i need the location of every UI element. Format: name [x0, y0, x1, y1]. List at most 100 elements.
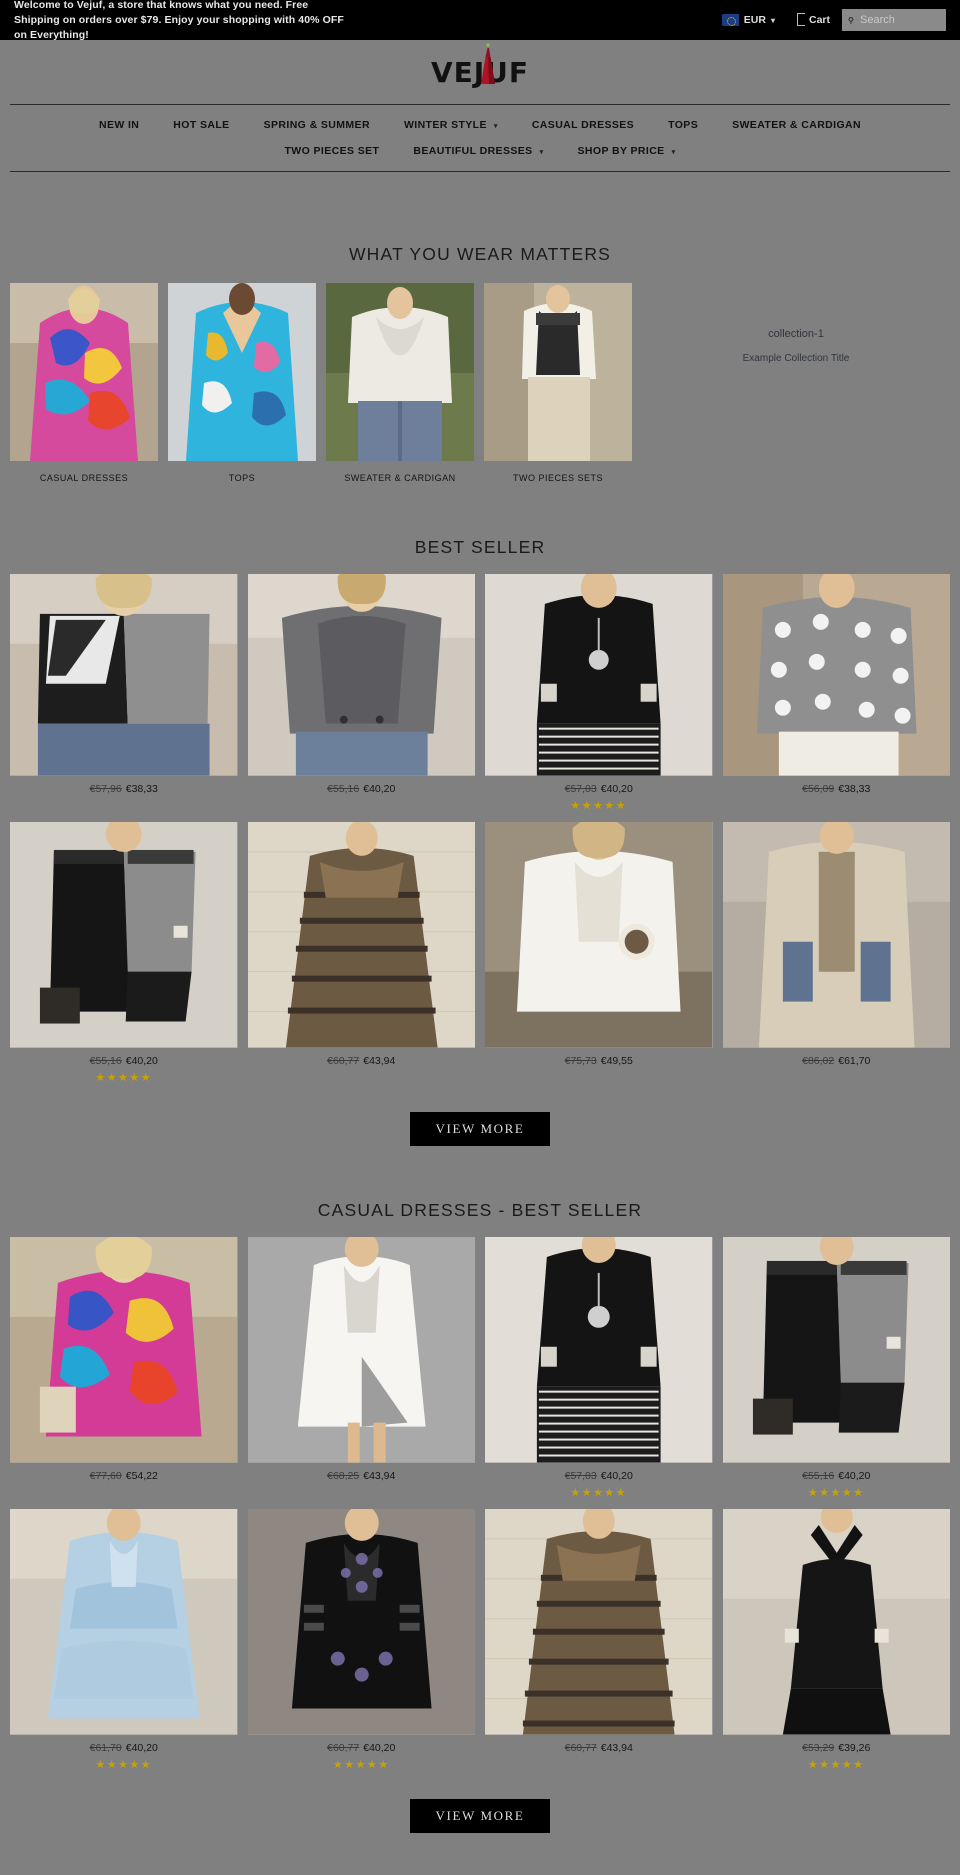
currency-selector[interactable]: EUR ▾ — [721, 14, 775, 26]
product-image[interactable] — [10, 574, 238, 776]
cart-button[interactable]: Cart — [789, 12, 830, 27]
product-image[interactable] — [10, 1237, 238, 1463]
price-old: €55,16 — [327, 783, 360, 795]
product-card[interactable]: €55,16 €40,20 — [247, 574, 476, 822]
product-image[interactable] — [485, 574, 713, 776]
product-image[interactable] — [485, 822, 713, 1048]
collection-image[interactable] — [484, 283, 632, 461]
nav-label: WINTER STYLE — [403, 119, 487, 131]
product-meta: €75,73 €49,55 — [485, 1048, 713, 1077]
collections-section: WHAT YOU WEAR MATTERS CASUAL DRESSES TOP… — [0, 172, 960, 483]
nav-item-sweater-cardigan[interactable]: SWEATER & CARDIGAN — [715, 116, 878, 134]
product-card[interactable]: €57,03 €40,20 ★★★★★ — [485, 574, 713, 822]
announcement-text: Welcome to Vejuf, a store that knows wha… — [14, 0, 344, 41]
product-image[interactable] — [247, 1237, 475, 1463]
collection-card[interactable]: CASUAL DRESSES — [10, 283, 158, 483]
collection-card[interactable]: SWEATER & CARDIGAN — [326, 283, 474, 483]
collections-title: WHAT YOU WEAR MATTERS — [348, 244, 612, 264]
nav-item-beautiful-dresses[interactable]: BEAUTIFUL DRESSES ▾ — [396, 142, 560, 160]
product-price: €60,77 €40,20 — [248, 1742, 476, 1754]
product-card[interactable]: €60,77 €40,20 ★★★★★ — [247, 1509, 476, 1781]
rating-stars: ★★★★★ — [807, 1759, 865, 1771]
product-image[interactable] — [485, 1509, 713, 1735]
product-card[interactable]: €53,29 €39,26 ★★★★★ — [722, 1509, 950, 1781]
price-new: €49,55 — [600, 1055, 633, 1067]
collection-example-title: Example Collection Title — [742, 353, 850, 364]
rating-stars: ★★★★★ — [570, 1487, 628, 1499]
product-card[interactable]: €57,96 €38,33 — [10, 574, 238, 822]
product-image[interactable] — [247, 822, 475, 1048]
price-old: €57,96 — [89, 783, 122, 795]
collection-image[interactable] — [10, 283, 158, 461]
product-card[interactable]: €55,16 €40,20 ★★★★★ — [10, 822, 238, 1094]
view-more-button[interactable]: VIEW MORE — [409, 1799, 551, 1833]
best-seller-section: BEST SELLER €57,96 €38,33 €55,16 €40,20 … — [0, 483, 960, 1146]
collection-image[interactable] — [168, 283, 316, 461]
search-input[interactable] — [842, 9, 946, 31]
price-old: €55,16 — [802, 1470, 835, 1482]
product-price: €57,03 €40,20 — [485, 1470, 713, 1482]
product-card[interactable]: €60,77 €43,94 — [247, 822, 475, 1094]
view-more-button[interactable]: VIEW MORE — [409, 1112, 551, 1146]
collection-side-text: collection-1 Example Collection Title — [642, 283, 950, 364]
price-old: €68,25 — [327, 1470, 360, 1482]
product-price: €55,16 €40,20 — [10, 1055, 238, 1067]
price-old: €56,09 — [802, 783, 835, 795]
rating-stars: ★★★★★ — [807, 1487, 865, 1499]
nav-item-winter-style[interactable]: WINTER STYLE ▾ — [387, 116, 515, 134]
product-image[interactable] — [722, 1237, 950, 1463]
product-card[interactable]: €56,09 €38,33 — [722, 574, 951, 822]
product-image[interactable] — [247, 574, 475, 776]
nav-item-tops[interactable]: TOPS — [651, 116, 715, 134]
price-new: €40,20 — [600, 1470, 633, 1482]
product-card[interactable]: €75,73 €49,55 — [485, 822, 713, 1094]
nav-label: HOT SALE — [173, 119, 230, 131]
product-card[interactable]: €60,77 €43,94 — [485, 1509, 713, 1781]
product-price: €68,25 €43,94 — [248, 1470, 476, 1482]
search-box[interactable]: ⚲ — [842, 9, 946, 31]
product-card[interactable]: €61,70 €40,20 ★★★★★ — [10, 1509, 238, 1781]
collection-card[interactable]: TWO PIECES SETS — [484, 283, 632, 483]
product-image[interactable] — [10, 1509, 238, 1735]
product-image[interactable] — [485, 1237, 713, 1463]
collection-card[interactable]: TOPS — [168, 283, 316, 483]
collection-image[interactable] — [326, 283, 474, 461]
product-image[interactable] — [247, 1509, 475, 1735]
price-new: €40,20 — [600, 783, 633, 795]
product-image[interactable] — [10, 822, 238, 1048]
product-meta: €55,16 €40,20 ★★★★★ — [10, 1048, 238, 1094]
casual-dresses-section: CASUAL DRESSES - BEST SELLER €77,60 €54,… — [0, 1146, 960, 1833]
product-price: €56,09 €38,33 — [723, 783, 951, 795]
chevron-down-icon: ▾ — [493, 123, 498, 130]
product-card[interactable]: €77,60 €54,22 — [10, 1237, 238, 1509]
nav-item-new-in[interactable]: NEW IN — [82, 116, 156, 134]
product-card[interactable]: €55,16 €40,20 ★★★★★ — [722, 1237, 951, 1509]
product-meta: €56,09 €38,33 — [723, 776, 951, 805]
product-card[interactable]: €86,02 €61,70 — [722, 822, 951, 1094]
product-card[interactable]: €68,25 €43,94 — [247, 1237, 476, 1509]
nav-item-spring-summer[interactable]: SPRING & SUMMER — [247, 116, 387, 134]
price-new: €54,22 — [125, 1470, 158, 1482]
product-price: €55,16 €40,20 — [723, 1470, 951, 1482]
product-image[interactable] — [722, 1509, 950, 1735]
nav-item-two-pieces-set[interactable]: TWO PIECES SET — [267, 142, 396, 160]
product-meta: €86,02 €61,70 — [723, 1048, 951, 1077]
product-card[interactable]: €57,03 €40,20 ★★★★★ — [485, 1237, 713, 1509]
nav-label: NEW IN — [98, 119, 140, 131]
price-old: €57,03 — [564, 783, 597, 795]
product-image[interactable] — [722, 574, 950, 776]
rating-stars: ★★★★★ — [95, 1759, 153, 1771]
nav-item-shop-by-price[interactable]: SHOP BY PRICE ▾ — [561, 142, 693, 160]
best-seller-grid-row2: €55,16 €40,20 ★★★★★ €60,77 €43,94 €75,73… — [0, 822, 960, 1094]
main-navigation: NEW IN HOT SALE SPRING & SUMMER WINTER S… — [10, 104, 950, 172]
product-price: €86,02 €61,70 — [723, 1055, 951, 1067]
price-old: €60,77 — [327, 1742, 360, 1754]
product-price: €57,96 €38,33 — [10, 783, 238, 795]
price-new: €40,20 — [125, 1055, 158, 1067]
nav-item-hot-sale[interactable]: HOT SALE — [156, 116, 246, 134]
brand-logo[interactable]: VEJUF — [431, 42, 529, 89]
product-image[interactable] — [722, 822, 950, 1048]
rating-stars: ★★★★★ — [570, 800, 628, 812]
nav-item-casual-dresses[interactable]: CASUAL DRESSES — [515, 116, 651, 134]
product-price: €55,16 €40,20 — [248, 783, 476, 795]
